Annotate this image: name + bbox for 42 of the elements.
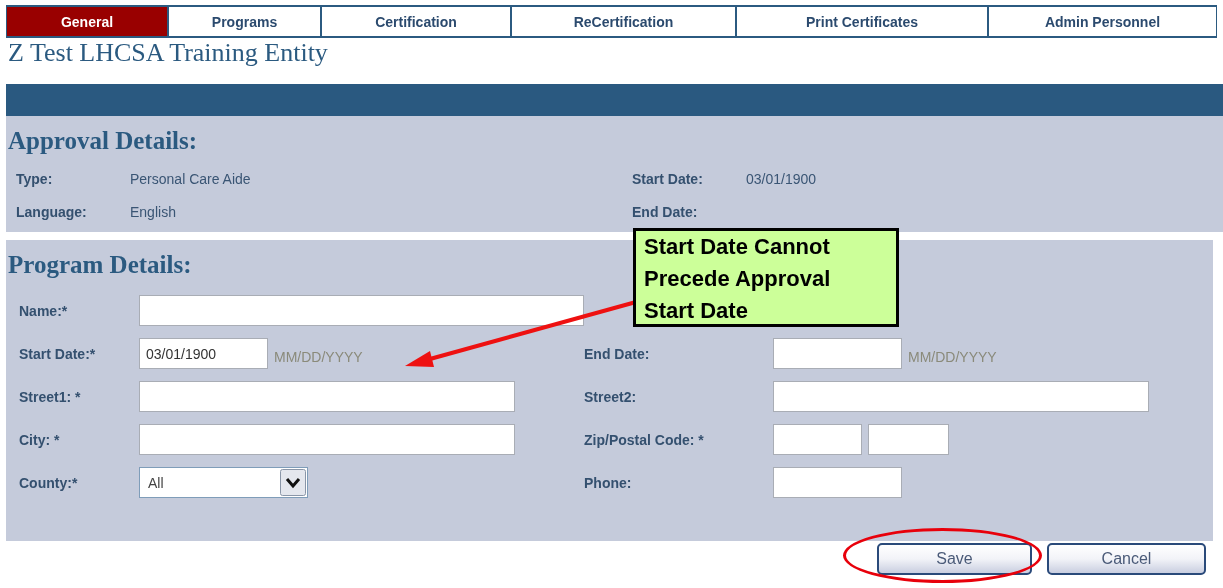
- input-field[interactable]: [868, 424, 949, 455]
- field-label: Start Date:: [632, 170, 704, 187]
- input-field[interactable]: [139, 295, 584, 326]
- tab[interactable]: Programs: [168, 5, 321, 38]
- section-heading: Program Details:: [8, 250, 192, 280]
- save-button[interactable]: Save: [877, 543, 1032, 575]
- field-label: Type:: [16, 170, 54, 187]
- field-label: City: *: [19, 431, 61, 448]
- input-field[interactable]: [139, 381, 515, 412]
- field-label: Street1: *: [19, 388, 82, 405]
- tab[interactable]: Admin Personnel: [988, 5, 1217, 38]
- field-label: Name:*: [19, 302, 69, 319]
- tab[interactable]: Certification: [321, 5, 511, 38]
- field-value: Personal Care Aide: [130, 170, 252, 187]
- field-label: Zip/Postal Code: *: [584, 431, 705, 448]
- field-label: Street2:: [584, 388, 638, 405]
- dropdown-value: All: [148, 474, 164, 491]
- format-hint: MM/DD/YYYY: [274, 348, 363, 365]
- input-field[interactable]: [773, 467, 902, 498]
- input-field[interactable]: [773, 381, 1149, 412]
- section-heading: Approval Details:: [8, 126, 198, 156]
- field-label: End Date:: [584, 345, 651, 362]
- date-field[interactable]: [773, 338, 902, 369]
- tab[interactable]: ReCertification: [511, 5, 736, 38]
- input-field[interactable]: [773, 424, 862, 455]
- field-label: County:*: [19, 474, 79, 491]
- field-value: English: [130, 203, 177, 220]
- format-hint: MM/DD/YYYY: [908, 348, 997, 365]
- date-field[interactable]: 03/01/1900: [139, 338, 268, 369]
- field-value: 03/01/1900: [746, 170, 818, 187]
- tab[interactable]: General: [6, 5, 168, 38]
- field-label: Phone:: [584, 474, 633, 491]
- county-dropdown[interactable]: All: [139, 467, 308, 498]
- cancel-button[interactable]: Cancel: [1047, 543, 1206, 575]
- callout-note: Start Date Cannot Precede Approval Start Date: [633, 228, 899, 327]
- input-field[interactable]: [139, 424, 515, 455]
- page-title: Z Test LHCSA Training Entity: [7, 38, 329, 69]
- chevron-down-icon[interactable]: [280, 469, 306, 496]
- field-label: Language:: [16, 203, 88, 220]
- tab[interactable]: Print Certificates: [736, 5, 988, 38]
- field-label: End Date:: [632, 203, 699, 220]
- field-label: Start Date:*: [19, 345, 97, 362]
